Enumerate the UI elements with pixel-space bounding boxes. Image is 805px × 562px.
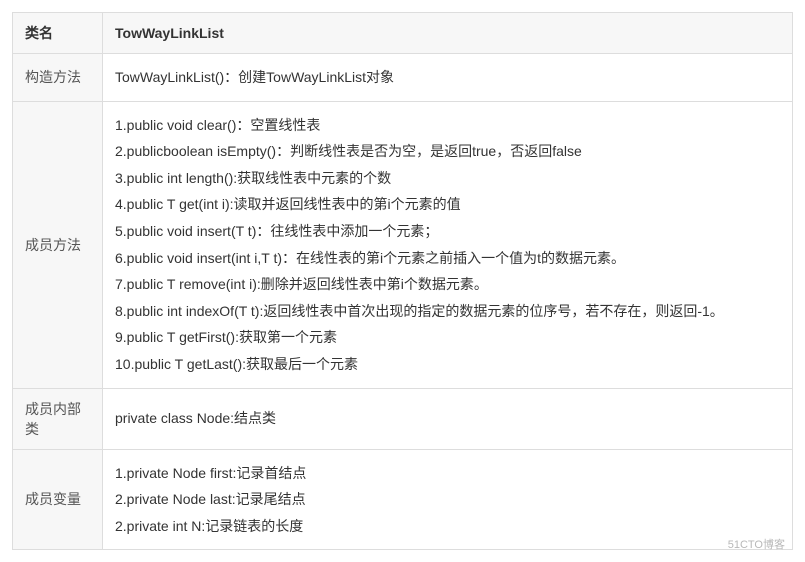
line: 4.public T get(int i):读取并返回线性表中的第i个元素的值 xyxy=(115,191,780,218)
table-row: 成员方法 1.public void clear()：空置线性表 2.publi… xyxy=(13,101,793,388)
table-row: 成员内部类 private class Node:结点类 xyxy=(13,388,793,449)
line: private class Node:结点类 xyxy=(115,405,780,432)
line: 1.public void clear()：空置线性表 xyxy=(115,112,780,139)
header-value: TowWayLinkList xyxy=(103,13,793,54)
table-row: 成员变量 1.private Node first:记录首结点 2.privat… xyxy=(13,449,793,550)
header-row: 类名 TowWayLinkList xyxy=(13,13,793,54)
row-label-methods: 成员方法 xyxy=(13,101,103,388)
row-content-constructor: TowWayLinkList()：创建TowWayLinkList对象 xyxy=(103,54,793,102)
row-label-inner-class: 成员内部类 xyxy=(13,388,103,449)
line: 8.public int indexOf(T t):返回线性表中首次出现的指定的… xyxy=(115,298,780,325)
row-content-fields: 1.private Node first:记录首结点 2.private Nod… xyxy=(103,449,793,550)
line: 6.public void insert(int i,T t)：在线性表的第i个… xyxy=(115,245,780,272)
line: 5.public void insert(T t)：往线性表中添加一个元素； xyxy=(115,218,780,245)
line: 2.publicboolean isEmpty()：判断线性表是否为空，是返回t… xyxy=(115,138,780,165)
line: 1.private Node first:记录首结点 xyxy=(115,460,780,487)
line: 2.private Node last:记录尾结点 xyxy=(115,486,780,513)
line: TowWayLinkList()：创建TowWayLinkList对象 xyxy=(115,64,780,91)
line: 9.public T getFirst():获取第一个元素 xyxy=(115,324,780,351)
api-table: 类名 TowWayLinkList 构造方法 TowWayLinkList()：… xyxy=(12,12,793,550)
line: 7.public T remove(int i):删除并返回线性表中第i个数据元… xyxy=(115,271,780,298)
line: 3.public int length():获取线性表中元素的个数 xyxy=(115,165,780,192)
header-label: 类名 xyxy=(13,13,103,54)
table-row: 构造方法 TowWayLinkList()：创建TowWayLinkList对象 xyxy=(13,54,793,102)
line: 2.private int N:记录链表的长度 xyxy=(115,513,780,540)
row-label-fields: 成员变量 xyxy=(13,449,103,550)
row-content-inner-class: private class Node:结点类 xyxy=(103,388,793,449)
row-content-methods: 1.public void clear()：空置线性表 2.publicbool… xyxy=(103,101,793,388)
row-label-constructor: 构造方法 xyxy=(13,54,103,102)
line: 10.public T getLast():获取最后一个元素 xyxy=(115,351,780,378)
